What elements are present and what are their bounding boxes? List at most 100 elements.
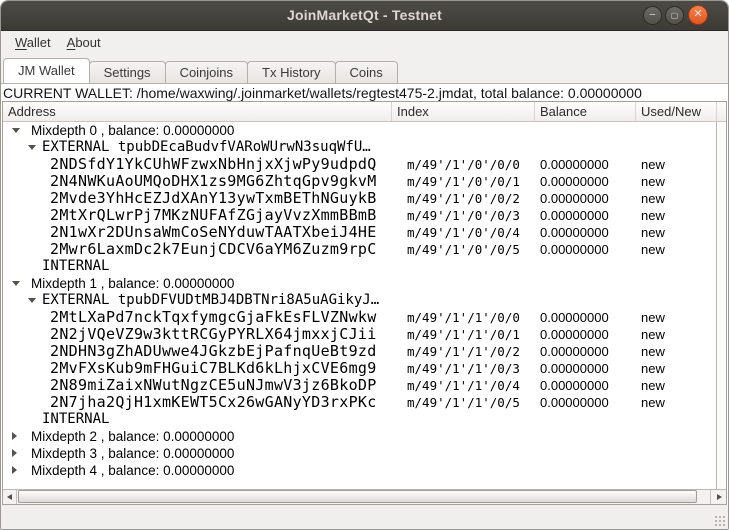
row-label: EXTERNAL tpubDFVUDtMBJ4DBTNri8A5uAGikyJ… xyxy=(42,292,379,308)
maximize-button[interactable]: ▢ xyxy=(665,6,684,25)
address-cell: Mixdepth 3 , balance: 0.00000000 xyxy=(3,445,392,462)
tree-header: Address Index Balance Used/New xyxy=(3,102,726,122)
menu-item-about[interactable]: About xyxy=(59,31,109,50)
status-cell: new xyxy=(636,378,716,393)
tree-row[interactable]: 2MtLXaPd7nckTqxfymgcGjaFkEsFLVZNwkw m/49'… xyxy=(3,309,716,326)
column-header-used-new[interactable]: Used/New xyxy=(636,102,716,121)
column-header-address[interactable]: Address xyxy=(3,102,392,121)
status-cell: new xyxy=(636,361,716,376)
status-cell: new xyxy=(636,242,716,257)
horizontal-scrollbar-thumb[interactable] xyxy=(18,490,697,503)
address-cell: Mixdepth 2 , balance: 0.00000000 xyxy=(3,428,392,445)
row-label: 2N89miZaixNWutNgzCE5uNJmwV3jz6BkoDP xyxy=(50,377,377,394)
tab-coinjoins[interactable]: Coinjoins xyxy=(165,61,248,83)
balance-cell: 0.00000000 xyxy=(535,191,636,206)
tab-coins[interactable]: Coins xyxy=(335,61,398,83)
maximize-icon: ▢ xyxy=(666,7,683,24)
index-cell: m/49'/1'/1'/0/5 xyxy=(392,395,535,410)
balance-cell: 0.00000000 xyxy=(535,327,636,342)
collapse-arrow-icon[interactable] xyxy=(12,128,20,133)
tab-settings[interactable]: Settings xyxy=(89,61,166,83)
tree-row[interactable]: 2MvFXsKub9mFHGuiC7BLKd6kLhjxCVE6mg9m/49'… xyxy=(3,360,716,377)
row-label: INTERNAL xyxy=(42,411,109,427)
menubar: WalletAbout xyxy=(1,31,728,57)
tree-row[interactable]: Mixdepth 2 , balance: 0.00000000 xyxy=(3,428,716,445)
tree-row[interactable]: 2Mvde3YhHcEZJdXAnY13ywTxmBEThNGuykBm/49'… xyxy=(3,190,716,207)
wallet-tree: Address Index Balance Used/New Mixdepth … xyxy=(2,101,727,505)
tree-row[interactable]: 2MtXrQLwrPj7MKzNUFAfZGjayVvzXmmBBmBm/49'… xyxy=(3,207,716,224)
index-cell: m/49'/1'/1'/0/0 xyxy=(392,310,535,325)
row-label: 2N1wXr2DUnsaWmCoSeNYduwTAATXbeiJ4HE xyxy=(50,224,377,241)
address-cell: Mixdepth 1 , balance: 0.00000000 xyxy=(3,275,392,292)
row-label: 2MtXrQLwrPj7MKzNUFAfZGjayVvzXmmBBmB xyxy=(50,207,377,224)
address-cell: 2N7jha2QjH1xmKEWT5Cx26wGANyYD3rxPKc xyxy=(3,394,392,411)
index-cell: m/49'/1'/0'/0/2 xyxy=(392,191,535,206)
tree-row[interactable]: EXTERNAL tpubDFVUDtMBJ4DBTNri8A5uAGikyJ… xyxy=(3,292,716,309)
menu-item-wallet[interactable]: Wallet xyxy=(7,31,59,50)
tree-row[interactable]: 2NDHN3gZhADUwwe4JGkzbEjPafnqUeBt9zdm/49'… xyxy=(3,343,716,360)
minimize-button[interactable]: − xyxy=(643,6,662,25)
address-cell: 2MtXrQLwrPj7MKzNUFAfZGjayVvzXmmBBmB xyxy=(3,207,392,224)
vertical-scrollbar[interactable] xyxy=(716,122,726,489)
tab-jm-wallet[interactable]: JM Wallet xyxy=(3,58,90,83)
column-header-index[interactable]: Index xyxy=(392,102,535,121)
address-cell: 2N4NWKuAoUMQoDHX1zs9MG6ZhtqGpv9gkvM xyxy=(3,173,392,190)
row-label: 2N2jVQeVZ9w3kttRCGyPYRLX64jmxxjCJii xyxy=(50,326,377,343)
balance-cell: 0.00000000 xyxy=(535,378,636,393)
tree-row[interactable]: INTERNAL xyxy=(3,411,716,428)
status-cell: new xyxy=(636,157,716,172)
expand-arrow-icon[interactable] xyxy=(12,466,17,474)
tree-row[interactable]: 2N7jha2QjH1xmKEWT5Cx26wGANyYD3rxPKcm/49'… xyxy=(3,394,716,411)
scroll-left-button[interactable] xyxy=(3,490,17,504)
collapse-arrow-icon[interactable] xyxy=(28,298,36,303)
address-cell: 2N89miZaixNWutNgzCE5uNJmwV3jz6BkoDP xyxy=(3,377,392,394)
index-cell: m/49'/1'/0'/0/5 xyxy=(392,242,535,257)
index-cell: m/49'/1'/0'/0/1 xyxy=(392,174,535,189)
tree-row[interactable]: INTERNAL xyxy=(3,258,716,275)
scroll-left-icon xyxy=(7,494,12,500)
index-cell: m/49'/1'/0'/0/4 xyxy=(392,225,535,240)
tree-row[interactable]: 2N4NWKuAoUMQoDHX1zs9MG6ZhtqGpv9gkvMm/49'… xyxy=(3,173,716,190)
resize-grip[interactable] xyxy=(713,514,725,526)
tree-row[interactable]: 2NDSfdY1YkCUhWFzwxNbHnjxXjwPy9udpdQm/49'… xyxy=(3,156,716,173)
balance-cell: 0.00000000 xyxy=(535,310,636,325)
tree-row[interactable]: 2N1wXr2DUnsaWmCoSeNYduwTAATXbeiJ4HE m/49'… xyxy=(3,224,716,241)
tree-row[interactable]: 2N89miZaixNWutNgzCE5uNJmwV3jz6BkoDP m/49'… xyxy=(3,377,716,394)
expand-arrow-icon[interactable] xyxy=(12,449,17,457)
address-cell: EXTERNAL tpubDEcaBudvfVARoWUrwN3suqWfU… xyxy=(3,139,392,156)
status-cell: new xyxy=(636,174,716,189)
scroll-right-button[interactable] xyxy=(710,490,726,504)
titlebar[interactable]: JoinMarketQt - Testnet − ▢ ✕ xyxy=(1,1,728,31)
status-cell: new xyxy=(636,225,716,240)
horizontal-scrollbar[interactable] xyxy=(3,489,726,504)
tab-tx-history[interactable]: Tx History xyxy=(247,61,336,83)
address-cell: 2NDHN3gZhADUwwe4JGkzbEjPafnqUeBt9zd xyxy=(3,343,392,360)
tree-row[interactable]: 2Mwr6LaxmDc2k7EunjCDCV6aYM6Zuzm9rpCm/49'… xyxy=(3,241,716,258)
address-cell: EXTERNAL tpubDFVUDtMBJ4DBTNri8A5uAGikyJ… xyxy=(3,292,392,309)
column-header-balance[interactable]: Balance xyxy=(535,102,636,121)
tree-row[interactable]: 2N2jVQeVZ9w3kttRCGyPYRLX64jmxxjCJii m/49'… xyxy=(3,326,716,343)
index-cell: m/49'/1'/1'/0/4 xyxy=(392,378,535,393)
window-title: JoinMarketQt - Testnet xyxy=(1,1,728,30)
status-bar xyxy=(1,505,728,529)
tree-row[interactable]: Mixdepth 0 , balance: 0.00000000 xyxy=(3,122,716,139)
tree-row[interactable]: Mixdepth 1 , balance: 0.00000000 xyxy=(3,275,716,292)
row-label: Mixdepth 3 , balance: 0.00000000 xyxy=(31,446,234,461)
expand-arrow-icon[interactable] xyxy=(12,432,17,440)
collapse-arrow-icon[interactable] xyxy=(28,145,36,150)
row-label: 2MvFXsKub9mFHGuiC7BLKd6kLhjxCVE6mg9 xyxy=(50,360,377,377)
balance-cell: 0.00000000 xyxy=(535,344,636,359)
collapse-arrow-icon[interactable] xyxy=(12,281,20,286)
tree-row[interactable]: Mixdepth 3 , balance: 0.00000000 xyxy=(3,445,716,462)
close-button[interactable]: ✕ xyxy=(688,5,708,25)
tree-row[interactable]: Mixdepth 4 , balance: 0.00000000 xyxy=(3,462,716,479)
row-label: 2MtLXaPd7nckTqxfymgcGjaFkEsFLVZNwkw xyxy=(50,309,377,326)
address-cell: 2NDSfdY1YkCUhWFzwxNbHnjxXjwPy9udpdQ xyxy=(3,156,392,173)
address-cell: INTERNAL xyxy=(3,411,392,428)
tree-row[interactable]: EXTERNAL tpubDEcaBudvfVARoWUrwN3suqWfU… xyxy=(3,139,716,156)
app-window: JoinMarketQt - Testnet − ▢ ✕ WalletAbout… xyxy=(0,0,729,530)
balance-cell: 0.00000000 xyxy=(535,361,636,376)
index-cell: m/49'/1'/1'/0/1 xyxy=(392,327,535,342)
address-cell: 2Mwr6LaxmDc2k7EunjCDCV6aYM6Zuzm9rpC xyxy=(3,241,392,258)
balance-cell: 0.00000000 xyxy=(535,242,636,257)
